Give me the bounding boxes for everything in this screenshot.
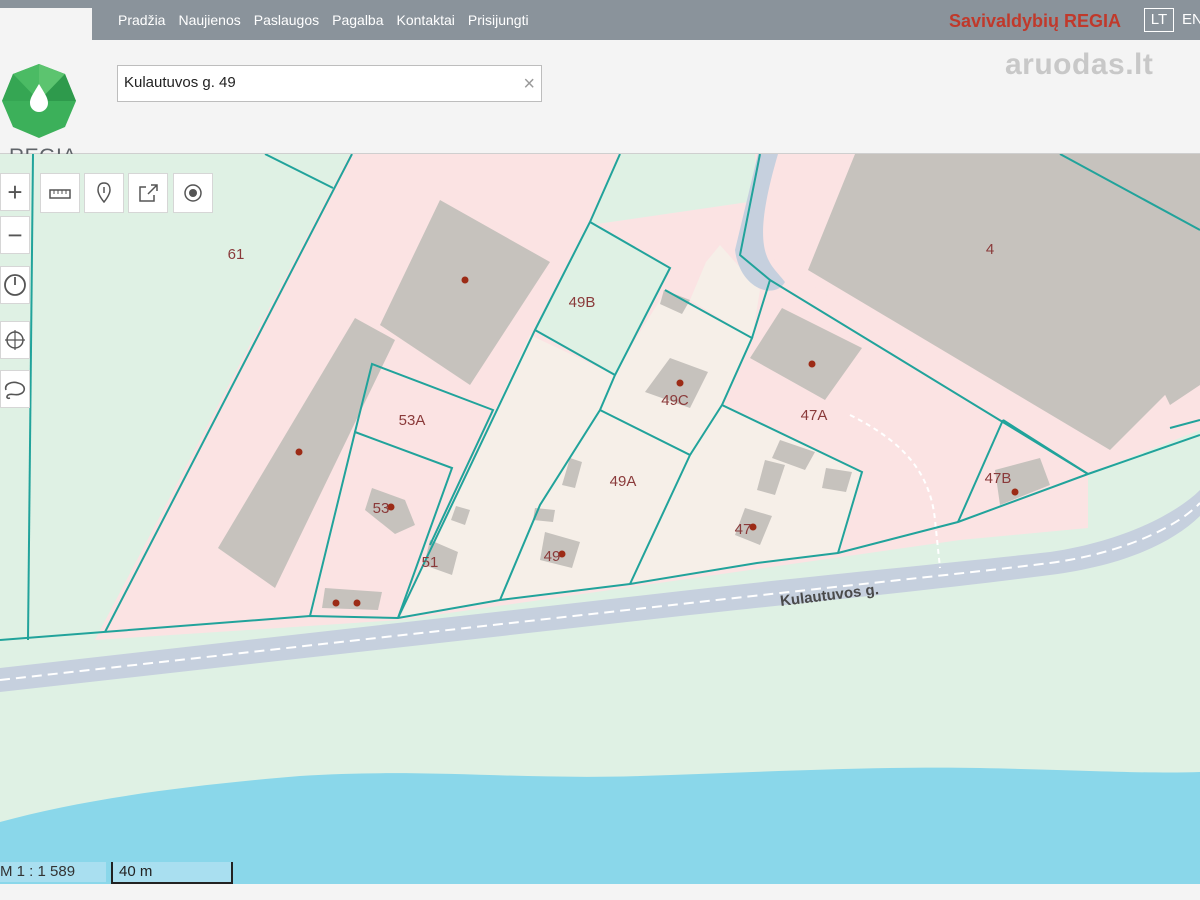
zoom-out-button[interactable]: − <box>0 216 30 254</box>
parcel-label-49a: 49A <box>610 473 637 490</box>
nav-contacts[interactable]: Kontaktai <box>397 12 455 28</box>
area-select-button[interactable] <box>0 370 30 408</box>
parcel-label-49c: 49C <box>661 392 689 409</box>
marker-button[interactable] <box>84 173 124 213</box>
regia-logo <box>2 64 76 138</box>
main-nav: Pradžia Naujienos Paslaugos Pagalba Kont… <box>118 12 529 28</box>
compass-icon <box>4 274 26 296</box>
target-button[interactable] <box>173 173 213 213</box>
parcel-label-4: 4 <box>986 241 994 258</box>
marker-icon <box>97 182 111 204</box>
nav-services[interactable]: Paslaugos <box>254 12 319 28</box>
footer-strip <box>0 884 1200 900</box>
map-canvas[interactable]: 61 49B 4 53A 49C 47A 53 49A 47B 51 49 47… <box>0 154 1200 884</box>
brand-title: Savivaldybių REGIA <box>949 11 1122 31</box>
measure-button[interactable] <box>40 173 80 213</box>
parcel-label-49: 49 <box>544 548 561 565</box>
nav-help[interactable]: Pagalba <box>332 12 383 28</box>
search-box: × <box>117 65 542 102</box>
parcel-label-47: 47 <box>735 521 752 538</box>
nav-news[interactable]: Naujienos <box>178 12 240 28</box>
parcel-label-53: 53 <box>373 500 390 517</box>
parcel-label-49b: 49B <box>569 294 596 311</box>
locate-button[interactable] <box>0 321 30 359</box>
nav-home[interactable]: Pradžia <box>118 12 165 28</box>
topbar-left-strip <box>0 0 92 8</box>
parcel-label-53a: 53A <box>399 412 426 429</box>
parcel-label-61: 61 <box>228 246 245 263</box>
crosshair-icon <box>5 330 25 350</box>
compass-button[interactable] <box>0 266 30 304</box>
lasso-icon <box>4 381 26 400</box>
parcel-label-47a: 47A <box>801 407 828 424</box>
lang-en-button[interactable]: EN <box>1182 11 1200 28</box>
nav-login[interactable]: Prisijungti <box>468 12 529 28</box>
scale-bar: 40 m <box>111 862 233 884</box>
target-icon <box>184 184 202 202</box>
ruler-icon <box>49 189 71 199</box>
zoom-in-button[interactable]: + <box>0 173 30 211</box>
parcel-label-51: 51 <box>422 554 439 571</box>
share-icon <box>139 184 158 202</box>
scale-ratio: M 1 : 1 589 <box>0 862 106 882</box>
share-button[interactable] <box>128 173 168 213</box>
map-svg: 61 49B 4 53A 49C 47A 53 49A 47B 51 49 47… <box>0 154 1200 884</box>
lang-lt-button[interactable]: LT <box>1144 8 1174 32</box>
search-input[interactable] <box>124 74 504 91</box>
watermark-logo: aruodas.lt <box>1005 48 1154 81</box>
parcel-label-47b: 47B <box>985 470 1012 487</box>
clear-icon[interactable]: × <box>523 73 535 96</box>
